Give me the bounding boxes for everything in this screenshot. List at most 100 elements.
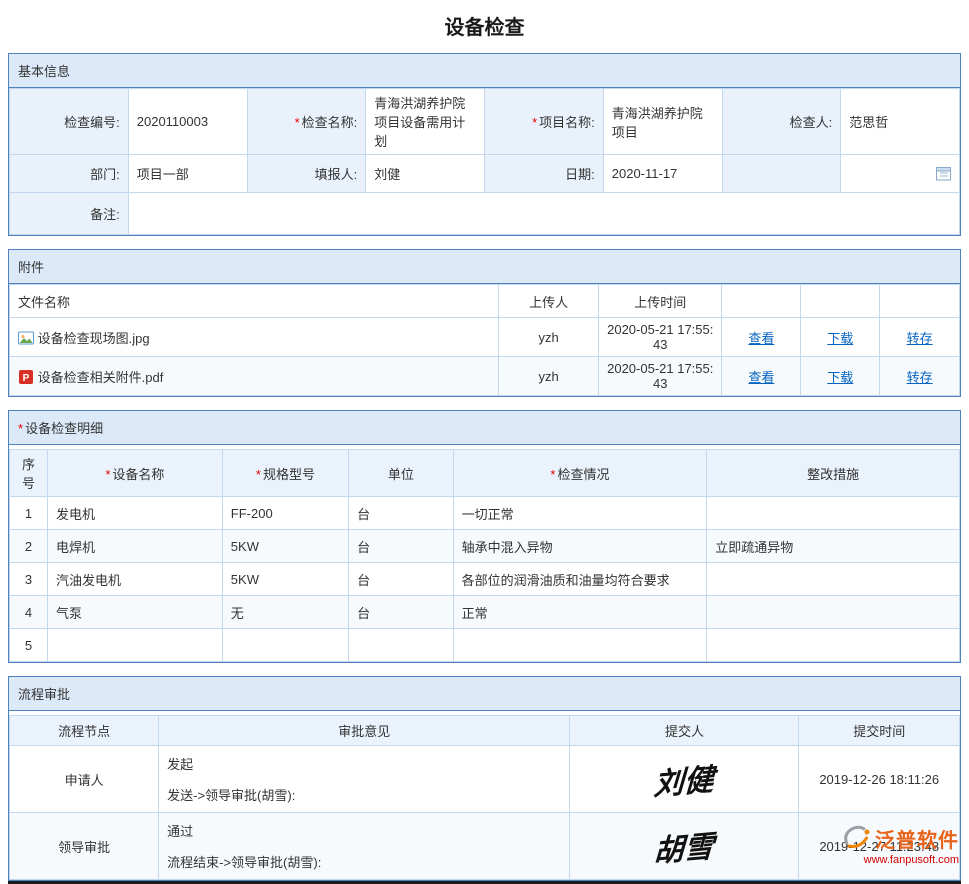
detail-name: 气泵 bbox=[48, 596, 223, 629]
table-row: 1 发电机 FF-200 台 一切正常 bbox=[10, 497, 960, 530]
detail-unit: 台 bbox=[349, 530, 454, 563]
approval-opinion: 发起 发送->领导审批(胡雪): bbox=[159, 746, 570, 813]
detail-name: 发电机 bbox=[48, 497, 223, 530]
opinion-line: 通过 bbox=[167, 819, 561, 850]
attachments-header-filename: 文件名称 bbox=[10, 285, 499, 318]
view-link[interactable]: 查看 bbox=[748, 331, 774, 346]
approval-section: 流程审批 流程节点 审批意见 提交人 提交时间 申请人 发起 发送->领导审批(… bbox=[8, 676, 961, 881]
image-file-icon bbox=[18, 330, 34, 346]
detail-model bbox=[222, 629, 348, 662]
detail-status bbox=[453, 629, 707, 662]
approval-node: 申请人 bbox=[10, 746, 159, 813]
download-link[interactable]: 下载 bbox=[827, 370, 853, 385]
detail-model: 5KW bbox=[222, 563, 348, 596]
attachments-header-action1 bbox=[722, 285, 801, 318]
detail-action bbox=[707, 629, 960, 662]
department-value: 项目一部 bbox=[128, 155, 247, 193]
approval-table: 流程节点 审批意见 提交人 提交时间 申请人 发起 发送->领导审批(胡雪): … bbox=[9, 715, 960, 880]
detail-name: 汽油发电机 bbox=[48, 563, 223, 596]
required-mark: * bbox=[550, 467, 555, 482]
detail-action: 立即疏通异物 bbox=[707, 530, 960, 563]
table-row: 2 电焊机 5KW 台 轴承中混入异物 立即疏通异物 bbox=[10, 530, 960, 563]
project-name-value: 青海洪湖养护院项目 bbox=[603, 89, 722, 155]
project-name-label: *项目名称: bbox=[485, 89, 604, 155]
view-link[interactable]: 查看 bbox=[748, 370, 774, 385]
detail-model: 无 bbox=[222, 596, 348, 629]
attachment-uploader: yzh bbox=[499, 357, 599, 396]
opinion-line: 发送->领导审批(胡雪): bbox=[167, 783, 561, 806]
approval-header-opinion: 审批意见 bbox=[159, 716, 570, 746]
required-mark: * bbox=[18, 421, 23, 436]
detail-status: 各部位的润滑油质和油量均符合要求 bbox=[453, 563, 707, 596]
attachments-header-uploader: 上传人 bbox=[499, 285, 599, 318]
detail-action bbox=[707, 596, 960, 629]
empty-label-cell bbox=[722, 155, 841, 193]
opinion-line: 发起 bbox=[167, 752, 561, 783]
approval-header-submitter: 提交人 bbox=[570, 716, 799, 746]
detail-header-model: *规格型号 bbox=[222, 450, 348, 497]
detail-no: 4 bbox=[10, 596, 48, 629]
detail-model: FF-200 bbox=[222, 497, 348, 530]
detail-no: 3 bbox=[10, 563, 48, 596]
page: 设备检查 基本信息 检查编号: 2020110003 *检查名称: 青海洪湖养护… bbox=[0, 0, 969, 884]
detail-unit: 台 bbox=[349, 563, 454, 596]
table-row: 3 汽油发电机 5KW 台 各部位的润滑油质和油量均符合要求 bbox=[10, 563, 960, 596]
attachment-file-name: 设备检查现场图.jpg bbox=[38, 331, 150, 346]
attachment-upload-time: 2020-05-21 17:55:43 bbox=[599, 318, 722, 357]
detail-section: *设备检查明细 序号 *设备名称 *规格型号 单位 *检查情况 整改措施 1 发… bbox=[8, 410, 961, 663]
approval-header-time: 提交时间 bbox=[799, 716, 960, 746]
approval-section-title: 流程审批 bbox=[9, 677, 960, 711]
detail-unit: 台 bbox=[349, 596, 454, 629]
detail-table: 序号 *设备名称 *规格型号 单位 *检查情况 整改措施 1 发电机 FF-20… bbox=[9, 449, 960, 662]
opinion-line: 流程结束->领导审批(胡雪): bbox=[167, 850, 561, 873]
attachments-table: 文件名称 上传人 上传时间 设备检查现场图.jpg bbox=[9, 284, 960, 396]
attachments-section-title: 附件 bbox=[9, 250, 960, 284]
detail-no: 1 bbox=[10, 497, 48, 530]
detail-action bbox=[707, 563, 960, 596]
table-row: 申请人 发起 发送->领导审批(胡雪): 刘健 2019-12-26 18:11… bbox=[10, 746, 960, 813]
brand-url: www.fanpusoft.com bbox=[841, 854, 959, 866]
detail-no: 2 bbox=[10, 530, 48, 563]
basic-info-section-title: 基本信息 bbox=[9, 54, 960, 88]
detail-unit bbox=[349, 629, 454, 662]
date-label: 日期: bbox=[485, 155, 604, 193]
transfer-link[interactable]: 转存 bbox=[907, 331, 933, 346]
calendar-icon[interactable] bbox=[936, 166, 951, 181]
detail-name bbox=[48, 629, 223, 662]
detail-header-action: 整改措施 bbox=[707, 450, 960, 497]
signature-applicant: 刘健 bbox=[570, 746, 799, 813]
inspection-name-label: *检查名称: bbox=[247, 89, 366, 155]
transfer-link[interactable]: 转存 bbox=[907, 370, 933, 385]
detail-status: 一切正常 bbox=[453, 497, 707, 530]
inspection-no-value: 2020110003 bbox=[128, 89, 247, 155]
detail-status: 轴承中混入异物 bbox=[453, 530, 707, 563]
detail-status: 正常 bbox=[453, 596, 707, 629]
date-value: 2020-11-17 bbox=[603, 155, 722, 193]
table-row: 5 bbox=[10, 629, 960, 662]
required-mark: * bbox=[105, 467, 110, 482]
attachments-header-action2 bbox=[801, 285, 880, 318]
detail-unit: 台 bbox=[349, 497, 454, 530]
department-label: 部门: bbox=[10, 155, 129, 193]
basic-info-section: 基本信息 检查编号: 2020110003 *检查名称: 青海洪湖养护院项目设备… bbox=[8, 53, 961, 236]
detail-action bbox=[707, 497, 960, 530]
download-link[interactable]: 下载 bbox=[827, 331, 853, 346]
attachments-header-action3 bbox=[880, 285, 960, 318]
svg-text:P: P bbox=[23, 373, 30, 384]
filler-label: 填报人: bbox=[247, 155, 366, 193]
approval-header-node: 流程节点 bbox=[10, 716, 159, 746]
picker-cell bbox=[841, 155, 960, 193]
inspector-label: 检查人: bbox=[722, 89, 841, 155]
attachment-row: 设备检查现场图.jpg yzh 2020-05-21 17:55:43 查看 下… bbox=[10, 318, 960, 357]
detail-section-title: *设备检查明细 bbox=[9, 411, 960, 445]
inspector-value: 范思哲 bbox=[841, 89, 960, 155]
remark-value bbox=[128, 193, 959, 235]
approval-node: 领导审批 bbox=[10, 813, 159, 880]
attachment-uploader: yzh bbox=[499, 318, 599, 357]
required-mark: * bbox=[532, 115, 537, 130]
attachment-file-name: 设备检查相关附件.pdf bbox=[38, 370, 164, 385]
detail-header-name: *设备名称 bbox=[48, 450, 223, 497]
signature-approver: 胡雪 bbox=[570, 813, 799, 880]
vendor-watermark: 泛普软件 www.fanpusoft.com bbox=[841, 824, 959, 866]
approval-time: 2019-12-26 18:11:26 bbox=[799, 746, 960, 813]
